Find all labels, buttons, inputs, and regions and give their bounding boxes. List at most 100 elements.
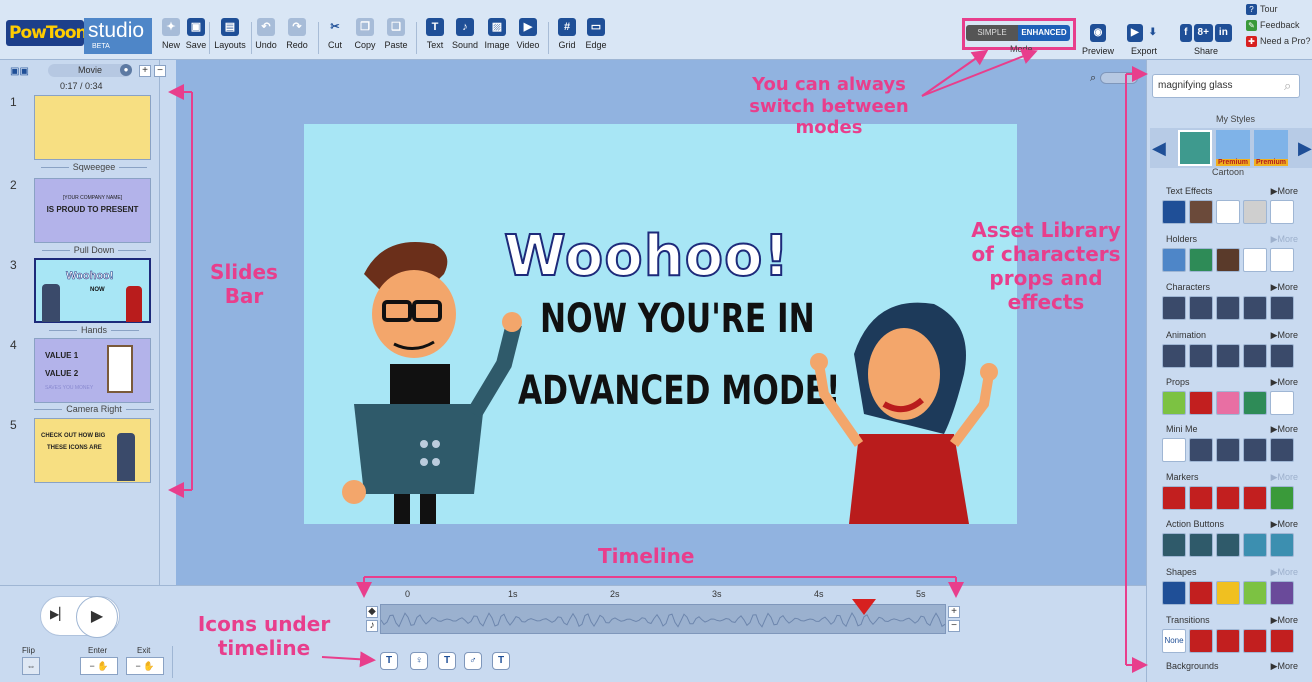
asset-tile[interactable] [1216, 296, 1240, 320]
asset-tiles-row [1162, 581, 1302, 605]
asset-category-label: Mini Me ▶More [1166, 424, 1298, 436]
asset-tile[interactable] [1162, 533, 1186, 557]
more-link[interactable]: ▶More [1271, 615, 1298, 626]
asset-tiles-row [1162, 200, 1302, 224]
asset-tile[interactable] [1243, 438, 1267, 462]
asset-tile[interactable]: None [1162, 629, 1186, 653]
asset-tile[interactable] [1270, 200, 1294, 224]
more-link[interactable]: ▶More [1271, 330, 1298, 341]
asset-tile[interactable] [1243, 248, 1267, 272]
asset-tile[interactable] [1189, 629, 1213, 653]
more-link[interactable]: ▶More [1271, 377, 1298, 388]
asset-category-name: Props [1166, 377, 1190, 387]
asset-tiles-row [1162, 248, 1302, 272]
asset-category-label: Animation ▶More [1166, 330, 1298, 342]
asset-tiles-row [1162, 344, 1302, 368]
asset-category-name: Transitions [1166, 615, 1210, 625]
asset-tile[interactable] [1216, 391, 1240, 415]
more-link[interactable]: ▶More [1271, 519, 1298, 530]
asset-tile[interactable] [1189, 581, 1213, 605]
asset-category-label: Markers ▶More [1166, 472, 1298, 484]
asset-tile[interactable] [1243, 533, 1267, 557]
timeline-tick-label: 3s [712, 589, 722, 599]
asset-tile[interactable] [1216, 581, 1240, 605]
timeline-tick-label: 0 [405, 589, 411, 599]
asset-tile[interactable] [1216, 486, 1240, 510]
asset-tile[interactable] [1243, 486, 1267, 510]
more-link[interactable]: ▶More [1271, 234, 1298, 245]
asset-tile[interactable] [1162, 200, 1186, 224]
more-link[interactable]: ▶More [1271, 567, 1298, 578]
asset-category-label: Transitions ▶More [1166, 615, 1298, 627]
asset-tile[interactable] [1189, 200, 1213, 224]
asset-tiles-row [1162, 296, 1302, 320]
asset-category-label: Shapes ▶More [1166, 567, 1298, 579]
asset-tile[interactable] [1216, 533, 1240, 557]
asset-tile[interactable] [1270, 248, 1294, 272]
annotation-timeline: Timeline [598, 544, 695, 568]
asset-tile[interactable] [1243, 344, 1267, 368]
asset-category-label: Props ▶More [1166, 377, 1298, 389]
asset-category-name: Text Effects [1166, 186, 1213, 196]
asset-tile[interactable] [1162, 486, 1186, 510]
asset-category-name: Animation [1166, 330, 1207, 340]
asset-tile[interactable] [1216, 248, 1240, 272]
asset-tile[interactable] [1162, 248, 1186, 272]
asset-tile[interactable] [1270, 629, 1294, 653]
asset-tile[interactable] [1162, 581, 1186, 605]
asset-category-label: Holders ▶More [1166, 234, 1298, 246]
asset-tile[interactable] [1216, 438, 1240, 462]
timeline-tick-label: 1s [508, 589, 518, 599]
asset-tile[interactable] [1270, 533, 1294, 557]
asset-tiles-row [1162, 438, 1302, 462]
asset-tile[interactable] [1216, 200, 1240, 224]
asset-tiles-row [1162, 533, 1302, 557]
asset-tile[interactable] [1162, 391, 1186, 415]
asset-tile[interactable] [1243, 200, 1267, 224]
annotation-modes: You can always switch between modes [749, 74, 909, 139]
annotation-icons-under-timeline: Icons under timeline [197, 612, 331, 660]
annotation-asset-library: Asset Library of characters props and ef… [971, 218, 1121, 314]
timeline-tick-label: 4s [814, 589, 824, 599]
asset-tile[interactable] [1243, 581, 1267, 605]
annotation-slides-bar: Slides Bar [210, 260, 278, 308]
asset-tiles-row [1162, 391, 1302, 415]
asset-tile[interactable] [1189, 438, 1213, 462]
timeline-tick-label: 2s [610, 589, 620, 599]
asset-tile[interactable] [1243, 629, 1267, 653]
asset-tile[interactable] [1270, 581, 1294, 605]
asset-category-name: Shapes [1166, 567, 1197, 577]
more-link[interactable]: ▶More [1271, 424, 1298, 435]
asset-tile[interactable] [1189, 248, 1213, 272]
more-link[interactable]: ▶More [1271, 282, 1298, 293]
asset-tile[interactable] [1243, 391, 1267, 415]
more-link[interactable]: ▶More [1271, 472, 1298, 483]
more-link[interactable]: ▶More [1271, 661, 1298, 672]
asset-tile[interactable] [1162, 438, 1186, 462]
asset-tile[interactable] [1216, 629, 1240, 653]
asset-category-name: Markers [1166, 472, 1199, 482]
asset-tile[interactable] [1162, 344, 1186, 368]
asset-category-label: Text Effects ▶More [1166, 186, 1298, 198]
asset-tile[interactable] [1270, 391, 1294, 415]
asset-tile[interactable] [1189, 486, 1213, 510]
asset-category-name: Holders [1166, 234, 1198, 244]
asset-tile[interactable] [1189, 344, 1213, 368]
asset-tile[interactable] [1270, 296, 1294, 320]
asset-tile[interactable] [1270, 438, 1294, 462]
asset-tile[interactable] [1216, 344, 1240, 368]
annotation-arrows [168, 48, 1148, 673]
asset-category-name: Characters [1166, 282, 1211, 292]
more-link[interactable]: ▶More [1271, 186, 1298, 197]
asset-tile[interactable] [1243, 296, 1267, 320]
asset-category-name: Action Buttons [1166, 519, 1225, 529]
asset-category-name: Backgrounds [1166, 661, 1219, 671]
asset-tile[interactable] [1189, 533, 1213, 557]
asset-tile[interactable] [1189, 296, 1213, 320]
asset-tile[interactable] [1270, 344, 1294, 368]
asset-tile[interactable] [1270, 486, 1294, 510]
asset-tiles-row [1162, 486, 1302, 510]
asset-tile[interactable] [1189, 391, 1213, 415]
asset-tile[interactable] [1162, 296, 1186, 320]
asset-category-name: Mini Me [1166, 424, 1198, 434]
